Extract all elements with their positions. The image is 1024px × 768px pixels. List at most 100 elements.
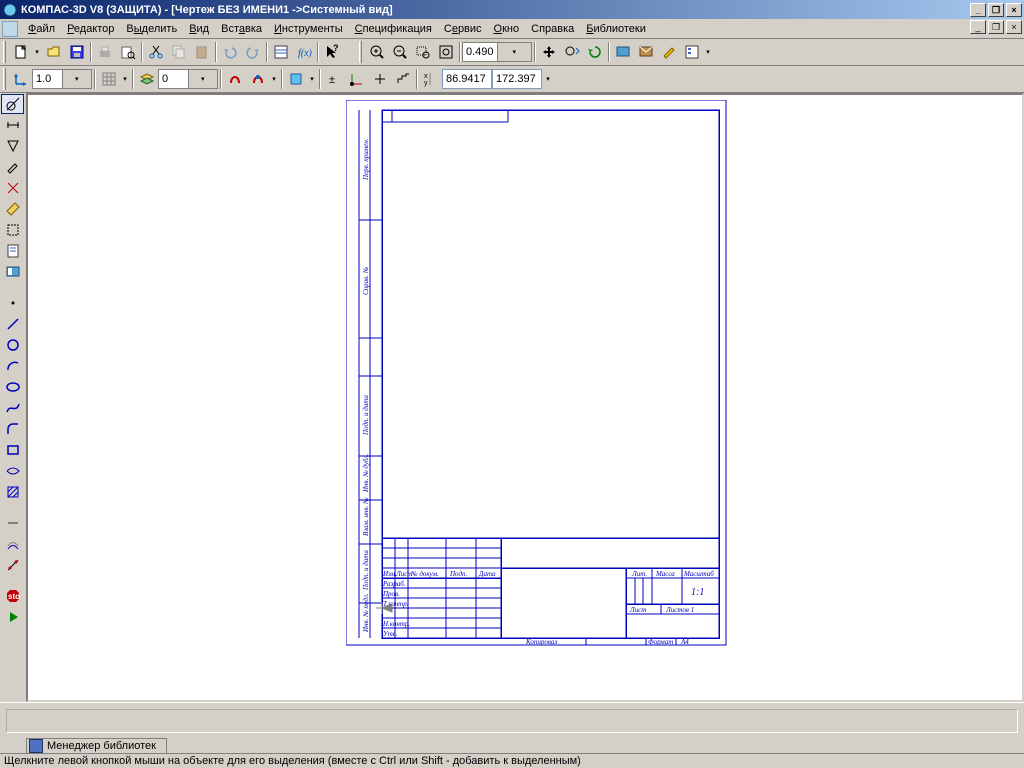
ortho-icon[interactable] xyxy=(9,68,32,90)
lcs-icon[interactable] xyxy=(345,68,368,90)
zoom-fit-icon[interactable] xyxy=(434,41,457,63)
circle-tool-icon[interactable] xyxy=(1,335,24,355)
measure-tab-icon[interactable] xyxy=(1,199,24,219)
spec-tab-icon[interactable] xyxy=(1,241,24,261)
param-tab-icon[interactable] xyxy=(1,178,24,198)
point-tool-icon[interactable] xyxy=(1,293,24,313)
toolbar-grip-2[interactable] xyxy=(359,41,362,63)
x-coord[interactable]: 86.9417 xyxy=(442,69,492,89)
pan-icon[interactable] xyxy=(537,41,560,63)
zoom-in-icon[interactable] xyxy=(365,41,388,63)
property-panel-inner[interactable] xyxy=(6,709,1018,733)
menu-service[interactable]: Сервис xyxy=(438,21,488,37)
assoc-tab-icon[interactable] xyxy=(1,262,24,282)
model-tree-icon[interactable] xyxy=(680,41,703,63)
redo-button[interactable] xyxy=(241,41,264,63)
line-tool-icon[interactable] xyxy=(1,314,24,334)
library-manager-tab[interactable]: Менеджер библиотек xyxy=(26,738,167,754)
coord-dropdown[interactable] xyxy=(542,68,554,90)
grid-dropdown[interactable] xyxy=(120,68,130,90)
aux-tool-icon[interactable] xyxy=(1,513,24,533)
menu-view[interactable]: Вид xyxy=(183,21,215,37)
svg-text:?: ? xyxy=(333,44,339,53)
play-icon[interactable] xyxy=(1,607,24,627)
ortho-mode-icon[interactable] xyxy=(368,68,391,90)
restore-button[interactable]: ❐ xyxy=(988,3,1004,17)
preview-button[interactable] xyxy=(116,41,139,63)
arc-tool-icon[interactable] xyxy=(1,356,24,376)
properties-button[interactable] xyxy=(269,41,292,63)
x-value: 86.9417 xyxy=(446,73,486,85)
hatch-tool-icon[interactable] xyxy=(1,482,24,502)
save-button[interactable] xyxy=(65,41,88,63)
document-icon[interactable] xyxy=(2,21,18,37)
coords-icon[interactable]: xy xyxy=(419,68,442,90)
zoom-window-icon[interactable] xyxy=(411,41,434,63)
toolbar-grip-3[interactable] xyxy=(3,68,6,90)
param-icon[interactable] xyxy=(284,68,307,90)
stop-icon[interactable]: sto xyxy=(1,586,24,606)
layer-icon[interactable] xyxy=(135,68,158,90)
y-coord[interactable]: 172.397 xyxy=(492,69,542,89)
zoom-out-icon[interactable] xyxy=(388,41,411,63)
dimensions-tab-icon[interactable] xyxy=(1,115,24,135)
close-button[interactable]: × xyxy=(1006,3,1022,17)
grid-icon[interactable] xyxy=(97,68,120,90)
mdi-minimize-button[interactable]: _ xyxy=(970,20,986,34)
library-icon xyxy=(29,739,43,753)
layer-combo[interactable]: 0 xyxy=(158,69,218,89)
menu-edit[interactable]: Редактор xyxy=(61,21,120,37)
print-button[interactable] xyxy=(93,41,116,63)
menu-libs[interactable]: Библиотеки xyxy=(580,21,652,37)
bezier-tool-icon[interactable] xyxy=(1,461,24,481)
menu-select[interactable]: Выделить xyxy=(120,21,183,37)
paste-button[interactable] xyxy=(190,41,213,63)
variables-button[interactable]: f(x) xyxy=(292,41,315,63)
menu-tools[interactable]: Инструменты xyxy=(268,21,349,37)
menu-window[interactable]: Окно xyxy=(488,21,526,37)
step-icon[interactable] xyxy=(391,68,414,90)
copy-button[interactable] xyxy=(167,41,190,63)
svg-text:sto: sto xyxy=(8,592,20,601)
select-tab-icon[interactable] xyxy=(1,220,24,240)
open-button[interactable] xyxy=(42,41,65,63)
symbols-tab-icon[interactable] xyxy=(1,136,24,156)
mdi-restore-button[interactable]: ❐ xyxy=(988,20,1004,34)
zoom-prev-icon[interactable] xyxy=(560,41,583,63)
redraw-icon[interactable] xyxy=(583,41,606,63)
help-cursor-button[interactable]: ? xyxy=(320,41,343,63)
menu-insert[interactable]: Вставка xyxy=(215,21,268,37)
edit-tab-icon[interactable] xyxy=(1,157,24,177)
param-dropdown[interactable] xyxy=(307,68,317,90)
snap-dropdown[interactable] xyxy=(269,68,279,90)
undo-button[interactable] xyxy=(218,41,241,63)
cut-button[interactable] xyxy=(144,41,167,63)
rounding-icon[interactable]: ± xyxy=(322,68,345,90)
menu-spec[interactable]: Спецификация xyxy=(349,21,438,37)
minimize-button[interactable]: _ xyxy=(970,3,986,17)
new-dropdown[interactable] xyxy=(32,41,42,63)
snap-global-icon[interactable] xyxy=(246,68,269,90)
zoom-combo[interactable]: 0.490 xyxy=(462,42,532,62)
toolbar-grip[interactable] xyxy=(3,41,6,63)
model-tree-dropdown[interactable] xyxy=(703,41,713,63)
ellipse-tool-icon[interactable] xyxy=(1,377,24,397)
mdi-close-button[interactable]: × xyxy=(1006,20,1022,34)
drawing-sheet: Изм. Лист № докум. Подп. Дата Разраб. Пр… xyxy=(346,100,741,650)
drawing-canvas[interactable]: Изм. Лист № докум. Подп. Дата Разраб. Пр… xyxy=(26,93,1024,702)
svg-text:Лист: Лист xyxy=(629,606,646,614)
menu-help[interactable]: Справка xyxy=(525,21,580,37)
equid-tool-icon[interactable] xyxy=(1,534,24,554)
render-icon[interactable] xyxy=(634,41,657,63)
geometry-tab-icon[interactable] xyxy=(1,94,24,114)
collect-tool-icon[interactable] xyxy=(1,555,24,575)
fillet-tool-icon[interactable] xyxy=(1,419,24,439)
spline-tool-icon[interactable] xyxy=(1,398,24,418)
menu-file[interactable]: ФФайлайл xyxy=(22,21,61,37)
snap-end-icon[interactable] xyxy=(223,68,246,90)
linewidth-combo[interactable]: 1.0 xyxy=(32,69,92,89)
display-mode-icon[interactable] xyxy=(611,41,634,63)
new-button[interactable] xyxy=(9,41,32,63)
rect-tool-icon[interactable] xyxy=(1,440,24,460)
edit-sketch-icon[interactable] xyxy=(657,41,680,63)
